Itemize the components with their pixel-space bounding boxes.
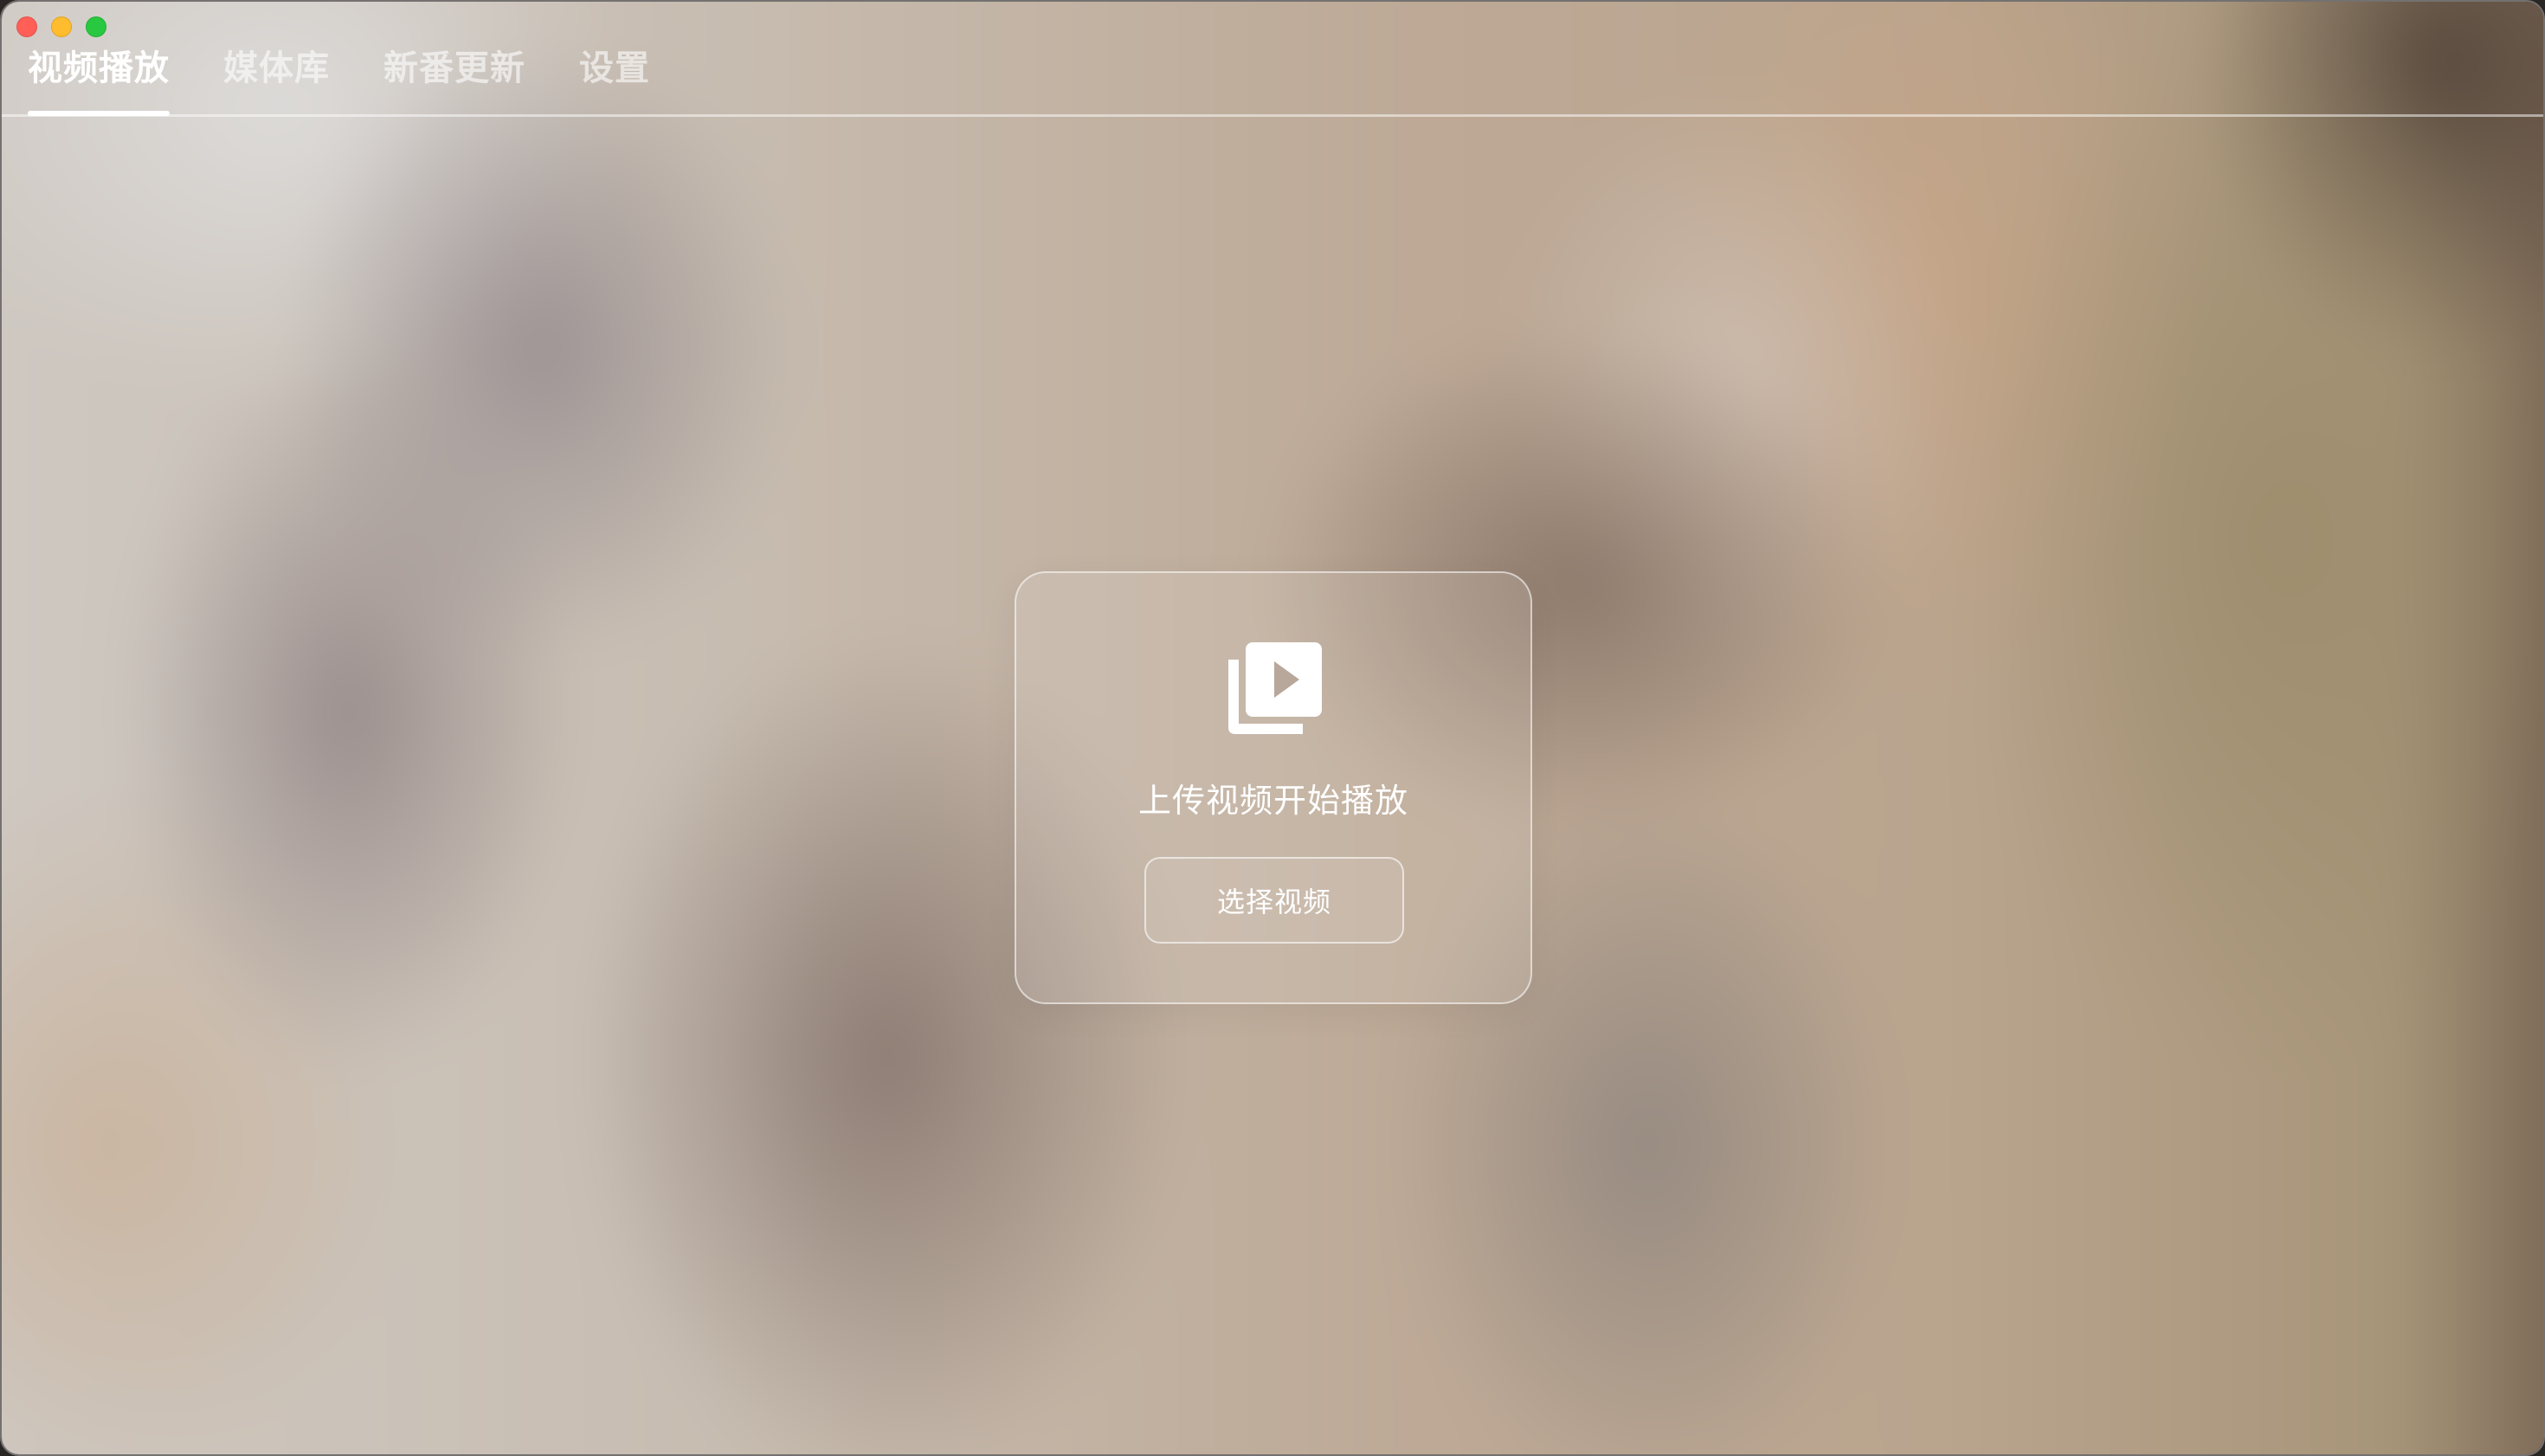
window-controls (16, 16, 106, 37)
tab-list: 视频播放 媒体库 新番更新 设置 (28, 40, 704, 116)
tab-bar: 视频播放 媒体库 新番更新 设置 (2, 2, 2543, 118)
tab-new-episodes[interactable]: 新番更新 (383, 40, 525, 113)
tab-video-player[interactable]: 视频播放 (28, 40, 170, 116)
zoom-window-button[interactable] (86, 16, 106, 37)
upload-card: 上传视频开始播放 选择视频 (1015, 571, 1532, 1004)
select-video-button[interactable]: 选择视频 (1144, 857, 1404, 944)
tab-divider (2, 114, 2543, 117)
app-window: 视频播放 媒体库 新番更新 设置 上传视频开始播放 选择视频 (0, 0, 2545, 1456)
tab-media-library[interactable]: 媒体库 (223, 40, 330, 113)
close-window-button[interactable] (16, 16, 37, 37)
video-library-icon (1228, 642, 1322, 734)
upload-title: 上传视频开始播放 (1137, 782, 1408, 820)
minimize-window-button[interactable] (51, 16, 72, 37)
tab-settings[interactable]: 设置 (579, 40, 650, 113)
